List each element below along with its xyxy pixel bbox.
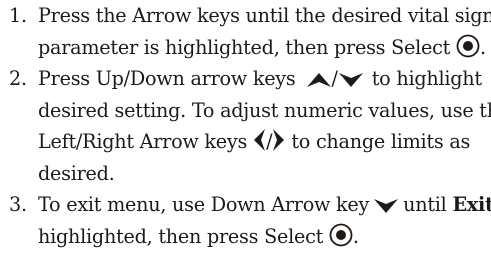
step-text: desired. (38, 161, 115, 185)
down-arrow-icon (338, 71, 364, 89)
step-text: Left/Right Arrow keys (38, 130, 248, 153)
step-3-line-2: highlighted, then press Select . (38, 221, 483, 253)
step-text: until (403, 193, 447, 216)
step-1-line-2: parameter is highlighted, then press Sel… (38, 32, 486, 64)
step-2-line-4: desired. (38, 158, 483, 190)
step-text: Press Up/Down arrow keys (38, 67, 296, 90)
left-arrow-icon (253, 128, 266, 152)
step-text: to change limits as (291, 130, 471, 153)
exit-label: Exit (452, 193, 491, 216)
step-number: 2. (9, 67, 27, 90)
step-1-line-1: Press the Arrow keys until the desired v… (38, 0, 491, 32)
step-2-line-2: desired setting. To adjust numeric value… (38, 95, 491, 127)
step-2-line-1: Press Up/Down arrow keys / to highlight (38, 63, 483, 95)
instructions-document: 1. Press the Arrow keys until the desire… (0, 0, 491, 255)
right-arrow-icon (272, 128, 285, 152)
step-3: 3. To exit menu, use Down Arrow key until… (0, 189, 491, 252)
step-2-line-3: Left/Right Arrow keys / to change limits a… (38, 126, 483, 158)
step-text: . (352, 224, 359, 248)
steps-list: 1. Press the Arrow keys until the desire… (0, 0, 491, 252)
step-text: desired setting. To adjust numeric value… (38, 98, 491, 122)
select-button-icon (329, 223, 353, 247)
step-text: To exit menu, use Down Arrow key (38, 193, 370, 216)
step-number: 3. (9, 193, 27, 216)
step-text: to highlight (371, 67, 482, 90)
down-arrow-icon (373, 197, 399, 215)
step-text: parameter is highlighted, then press Sel… (38, 35, 451, 59)
step-2: 2. Press Up/Down arrow keys / to highlight… (0, 63, 491, 189)
step-3-line-1: To exit menu, use Down Arrow key until Ex… (38, 189, 491, 221)
step-text: highlighted, then press Select (38, 224, 324, 248)
up-arrow-icon (306, 71, 332, 89)
step-text: . (479, 35, 486, 59)
step-1: 1. Press the Arrow keys until the desire… (0, 0, 491, 63)
select-button-icon (456, 34, 480, 58)
step-number: 1. (9, 4, 27, 27)
step-text: Press the Arrow keys until the desired v… (38, 4, 491, 27)
